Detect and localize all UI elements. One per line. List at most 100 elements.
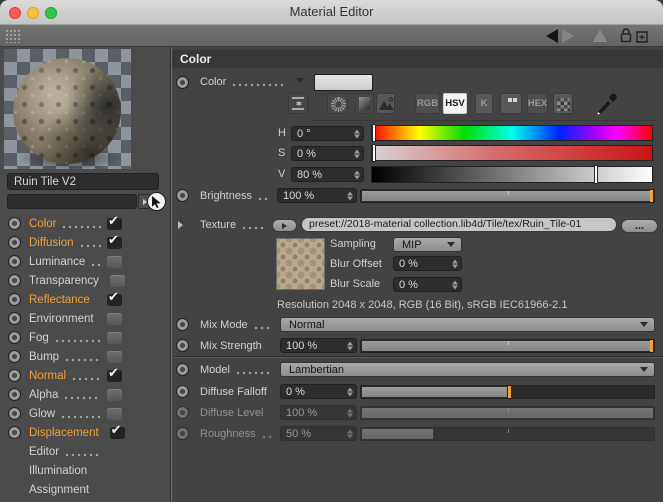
texture-path-field[interactable]: preset://2018-material collection.lib4d/… [301, 217, 617, 232]
material-preview[interactable] [4, 49, 131, 169]
texture-expand-icon[interactable] [178, 221, 183, 229]
eyedropper-icon[interactable] [594, 90, 620, 121]
channel-radio[interactable] [8, 407, 21, 420]
up-arrow-icon[interactable] [593, 29, 607, 42]
search-input[interactable] [7, 194, 137, 209]
channel-radio[interactable] [8, 350, 21, 363]
channel-row-reflectance[interactable]: Reflectance ✔ [0, 290, 170, 309]
stepper-icon[interactable] [347, 341, 353, 350]
channel-row-normal[interactable]: Normal ✔ [0, 366, 170, 385]
channel-row-fog[interactable]: Fog ✔ [0, 328, 170, 347]
channel-radio[interactable] [8, 388, 21, 401]
channel-label[interactable]: Luminance [29, 256, 85, 268]
saturation-input[interactable]: 0 % [291, 146, 364, 161]
compact-mode-icon[interactable] [288, 93, 308, 114]
channel-checkbox[interactable]: ✔ [107, 408, 122, 420]
color-radio[interactable] [176, 76, 189, 89]
channel-checkbox[interactable]: ✔ [107, 389, 122, 401]
channel-row-editor[interactable]: Editor ✔ [0, 442, 170, 461]
channel-checkbox[interactable]: ✔ [107, 237, 122, 249]
k-mode-button[interactable]: K [475, 93, 493, 114]
channel-checkbox[interactable]: ✔ [107, 256, 122, 268]
channel-label[interactable]: Bump [29, 351, 59, 363]
gradient-mode-icon[interactable] [355, 93, 374, 114]
channel-row-alpha[interactable]: Alpha ✔ [0, 385, 170, 404]
hue-gradient-bar[interactable] [371, 125, 653, 141]
sampling-dropdown[interactable]: MIP [393, 237, 462, 252]
model-radio[interactable] [176, 363, 189, 376]
brightness-slider[interactable] [360, 189, 655, 203]
brightness-input[interactable]: 100 % [277, 188, 357, 203]
channel-checkbox[interactable]: ✔ [107, 351, 122, 363]
mix-strength-slider[interactable] [360, 339, 655, 353]
channel-row-luminance[interactable]: Luminance ✔ [0, 252, 170, 271]
mixer-mode-icon[interactable] [500, 93, 522, 114]
stepper-icon[interactable] [452, 280, 458, 289]
channel-radio[interactable] [8, 312, 21, 325]
channel-label[interactable]: Normal [29, 370, 66, 382]
texture-browse-button[interactable]: ... [621, 219, 658, 233]
channel-checkbox[interactable]: ✔ [110, 275, 125, 287]
saturation-gradient-bar[interactable] [371, 145, 653, 161]
value-input[interactable]: 80 % [291, 167, 364, 182]
diffuse-falloff-input[interactable]: 0 % [280, 384, 357, 399]
channel-checkbox[interactable]: ✔ [107, 332, 122, 344]
stepper-icon[interactable] [354, 149, 360, 158]
hue-marker[interactable] [372, 124, 376, 142]
channel-radio[interactable] [8, 236, 21, 249]
slider-handle[interactable] [508, 386, 511, 398]
channel-row-assignment[interactable]: Assignment ✔ [0, 480, 170, 499]
swatches-mode-icon[interactable] [553, 93, 573, 114]
hex-mode-button[interactable]: HEX [527, 93, 548, 114]
mix-strength-radio[interactable] [176, 339, 189, 352]
blur-scale-input[interactable]: 0 % [393, 277, 462, 292]
saturation-marker[interactable] [372, 144, 376, 162]
channel-checkbox[interactable]: ✔ [107, 218, 122, 230]
texture-thumbnail[interactable] [276, 238, 325, 290]
back-arrow-icon[interactable] [546, 29, 558, 43]
lock-icon[interactable] [620, 28, 632, 48]
channel-radio[interactable] [8, 217, 21, 230]
channel-checkbox[interactable]: ✔ [107, 313, 122, 325]
channel-checkbox[interactable]: ✔ [107, 294, 122, 306]
channel-radio[interactable] [8, 331, 21, 344]
channel-label[interactable]: Alpha [29, 389, 58, 401]
channel-row-displacement[interactable]: Displacement ✔ [0, 423, 170, 442]
channel-row-color[interactable]: Color ✔ [0, 214, 170, 233]
channel-label[interactable]: Environment [29, 313, 94, 325]
slider-handle[interactable] [650, 340, 653, 352]
channel-label[interactable]: Glow [29, 408, 55, 420]
blur-offset-input[interactable]: 0 % [393, 256, 462, 271]
channel-radio[interactable] [8, 255, 21, 268]
stepper-icon[interactable] [347, 387, 353, 396]
value-gradient-bar[interactable] [371, 166, 653, 183]
channel-checkbox[interactable]: ✔ [107, 370, 122, 382]
channel-row-bump[interactable]: Bump ✔ [0, 347, 170, 366]
model-dropdown[interactable]: Lambertian [280, 362, 655, 377]
hue-input[interactable]: 0 ° [291, 126, 364, 141]
channel-label[interactable]: Editor [29, 446, 59, 458]
texture-preview-button[interactable] [272, 219, 297, 232]
channel-radio[interactable] [8, 369, 21, 382]
channel-radio[interactable] [8, 426, 21, 439]
mix-mode-dropdown[interactable]: Normal [280, 317, 655, 332]
material-name-input[interactable]: Ruin Tile V2 [7, 173, 159, 190]
stepper-icon[interactable] [354, 129, 360, 138]
channel-radio[interactable] [8, 293, 21, 306]
channel-row-diffusion[interactable]: Diffusion ✔ [0, 233, 170, 252]
drag-grip-icon[interactable] [5, 29, 22, 43]
rgb-mode-button[interactable]: RGB [415, 93, 440, 114]
stepper-icon[interactable] [347, 191, 353, 200]
channel-row-illumination[interactable]: Illumination ✔ [0, 461, 170, 480]
channel-label[interactable]: Transparency [29, 275, 99, 287]
brightness-radio[interactable] [176, 189, 189, 202]
forward-arrow-icon[interactable] [562, 29, 574, 43]
channel-row-glow[interactable]: Glow ✔ [0, 404, 170, 423]
channel-radio[interactable] [8, 274, 21, 287]
mix-strength-input[interactable]: 100 % [280, 338, 357, 353]
color-expand-icon[interactable] [296, 78, 304, 83]
diffuse-falloff-radio[interactable] [176, 385, 189, 398]
channel-label[interactable]: Assignment [29, 484, 89, 496]
diffuse-falloff-slider[interactable] [360, 385, 655, 399]
channel-label[interactable]: Diffusion [29, 237, 74, 249]
